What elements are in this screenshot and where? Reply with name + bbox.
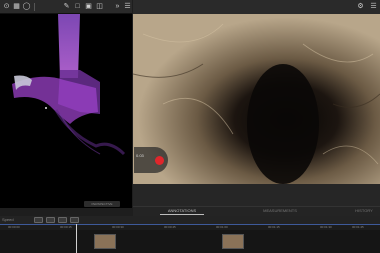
- menu-icon[interactable]: ☰: [369, 2, 378, 11]
- tick-label: 00:01:15: [268, 225, 280, 229]
- toolbar-divider: [34, 3, 35, 11]
- forward-icon[interactable]: »: [113, 2, 122, 11]
- tick-label: 00:00:45: [164, 225, 176, 229]
- grid-icon[interactable]: ▦: [12, 2, 21, 11]
- pen-icon[interactable]: ✎: [62, 2, 71, 11]
- play-button[interactable]: [46, 217, 55, 223]
- tab-measurements[interactable]: MEASUREMENTS: [258, 207, 302, 215]
- pin-icon[interactable]: ⚙: [356, 2, 365, 11]
- media-track[interactable]: [0, 230, 380, 253]
- tab-history[interactable]: HISTORY: [350, 207, 378, 215]
- tab-annotations[interactable]: ANNOTATIONS: [160, 207, 204, 215]
- clip-thumbnail[interactable]: [94, 234, 116, 249]
- viewer-toolbar: ⊙ ▦ ◯ ✎ □ ▣ ◫ » ☰: [0, 0, 132, 14]
- point-cloud-viewer[interactable]: PERSPECTIVE: [0, 14, 132, 208]
- step-forward-button[interactable]: [58, 217, 67, 223]
- playhead[interactable]: [76, 224, 77, 253]
- step-back-button[interactable]: [34, 217, 43, 223]
- photo-toolbar: ⚙ ☰: [133, 0, 380, 14]
- circle-icon[interactable]: ◯: [22, 2, 31, 11]
- view-mode-label[interactable]: PERSPECTIVE: [84, 201, 120, 207]
- marker-value: 0.03: [136, 153, 144, 158]
- clip-thumbnail[interactable]: [222, 234, 244, 249]
- point-cloud-model: [12, 14, 126, 156]
- tick-label: 00:00:00: [8, 225, 20, 229]
- marker-panel[interactable]: 0.03: [134, 147, 168, 173]
- tick-label: 00:00:15: [60, 225, 72, 229]
- panel-area: [133, 184, 380, 208]
- tick-label: 00:01:30: [320, 225, 332, 229]
- list-icon[interactable]: ☰: [123, 2, 132, 11]
- speed-label: Speed: [2, 217, 14, 222]
- record-marker-icon[interactable]: [155, 156, 164, 165]
- annotate-icon[interactable]: □: [73, 2, 82, 11]
- tick-label: 00:00:30: [112, 225, 124, 229]
- cave-photo: [133, 14, 380, 184]
- loop-button[interactable]: [70, 217, 79, 223]
- map-icon[interactable]: ◫: [95, 2, 104, 11]
- target-icon[interactable]: ⊙: [2, 2, 11, 11]
- tick-label: 00:01:45: [352, 225, 364, 229]
- tick-label: 00:01:00: [216, 225, 228, 229]
- timeline-controls: Speed: [0, 216, 380, 224]
- photo-viewer[interactable]: [133, 14, 380, 184]
- save-icon[interactable]: ▣: [84, 2, 93, 11]
